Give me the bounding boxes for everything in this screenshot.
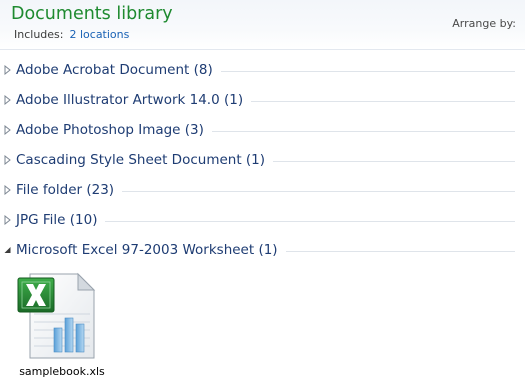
includes-label: Includes: (14, 28, 64, 41)
group-header-illustrator[interactable]: Adobe Illustrator Artwork 14.0 (1) (0, 86, 525, 116)
expand-arrow-icon[interactable] (4, 155, 12, 165)
group-label: Adobe Photoshop Image (3) (16, 122, 212, 138)
excel-file-icon (17, 272, 96, 359)
group-label: File folder (23) (16, 182, 123, 198)
group-header-acrobat[interactable]: Adobe Acrobat Document (8) (0, 56, 525, 86)
group-label: Cascading Style Sheet Document (1) (16, 152, 274, 168)
group-header-excel[interactable]: Microsoft Excel 97-2003 Worksheet (1) (0, 236, 525, 266)
expand-arrow-icon[interactable] (4, 125, 12, 135)
arrange-by-label[interactable]: Arrange by: (452, 17, 516, 30)
library-title: Documents library (11, 4, 173, 24)
library-includes: Includes: 2 locations (14, 28, 129, 41)
group-header-css[interactable]: Cascading Style Sheet Document (1) (0, 146, 525, 176)
expand-arrow-icon[interactable] (4, 215, 12, 225)
file-name-label: samplebook.xls (19, 365, 105, 378)
group-label: Adobe Acrobat Document (8) (16, 62, 221, 78)
group-header-photoshop[interactable]: Adobe Photoshop Image (3) (0, 116, 525, 146)
expand-arrow-icon[interactable] (4, 185, 12, 195)
expand-arrow-icon[interactable] (4, 95, 12, 105)
expand-arrow-icon[interactable] (4, 65, 12, 75)
file-item[interactable]: samplebook.xls (10, 270, 116, 380)
group-label: Adobe Illustrator Artwork 14.0 (1) (16, 92, 252, 108)
collapse-arrow-icon[interactable] (4, 245, 12, 255)
group-label: Microsoft Excel 97-2003 Worksheet (1) (16, 242, 286, 258)
group-list: Adobe Acrobat Document (8) Adobe Illustr… (0, 56, 525, 266)
library-header: Documents library Includes: 2 locations A… (0, 0, 525, 50)
group-label: JPG File (10) (16, 212, 106, 228)
locations-link[interactable]: 2 locations (69, 28, 129, 41)
group-header-jpg[interactable]: JPG File (10) (0, 206, 525, 236)
group-header-file-folder[interactable]: File folder (23) (0, 176, 525, 206)
